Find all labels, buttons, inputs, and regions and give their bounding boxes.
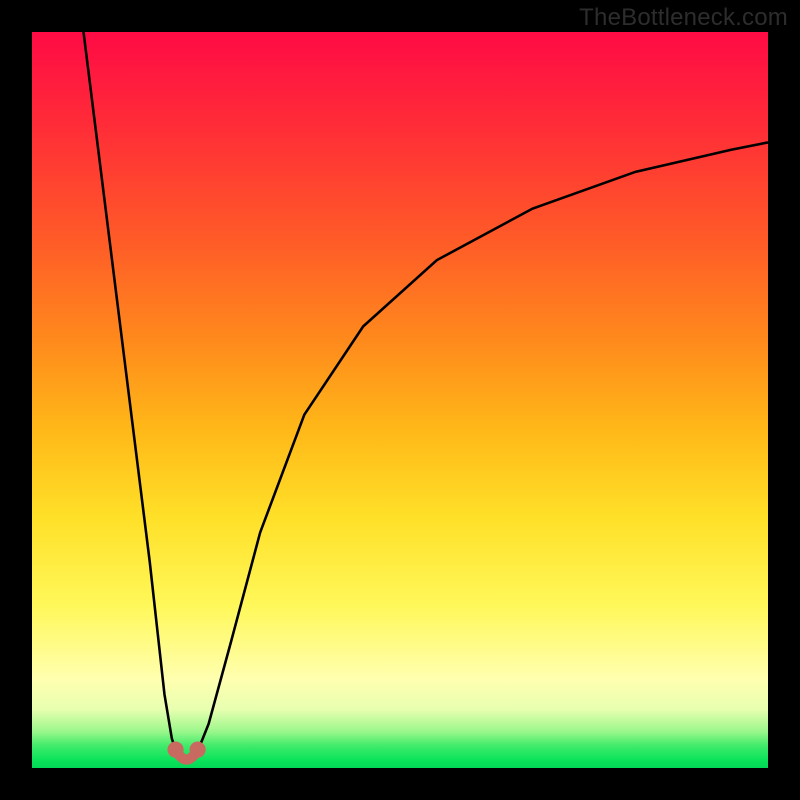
bottleneck-curve-right bbox=[194, 142, 768, 760]
min-marker-right bbox=[190, 742, 206, 758]
plot-area bbox=[32, 32, 768, 768]
curve-layer bbox=[32, 32, 768, 768]
bottleneck-curve-left bbox=[84, 32, 180, 761]
watermark-text: TheBottleneck.com bbox=[579, 4, 788, 32]
min-marker-left bbox=[167, 742, 183, 758]
